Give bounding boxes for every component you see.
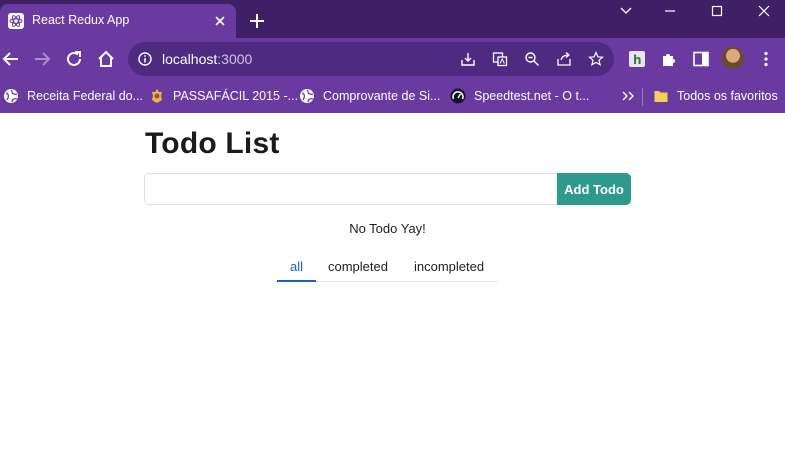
tab-all[interactable]: all [290, 259, 303, 274]
active-tab-indicator [277, 280, 316, 282]
extension-h-icon[interactable]: h [628, 50, 646, 68]
folder-icon [654, 91, 668, 102]
bookmark-speedtest[interactable]: Speedtest.net - O t... [450, 87, 589, 105]
empty-state-message: No Todo Yay! [349, 221, 426, 236]
globe-icon [4, 89, 18, 103]
speedtest-icon [450, 88, 466, 104]
filter-tabs: all completed incompleted [277, 252, 498, 282]
extensions-puzzle-icon[interactable] [660, 50, 678, 68]
tab-incompleted[interactable]: incompleted [414, 259, 484, 274]
page-title: Todo List [145, 127, 280, 160]
star-icon[interactable] [588, 51, 604, 67]
site-info-icon[interactable] [138, 52, 152, 66]
reload-icon[interactable] [63, 48, 85, 70]
browser-tab[interactable]: React Redux App [0, 4, 236, 38]
bookmark-receita-federal[interactable]: Receita Federal do... [3, 87, 143, 105]
translate-icon[interactable] [492, 51, 508, 67]
minimize-icon[interactable] [659, 2, 681, 20]
profile-avatar[interactable] [722, 47, 744, 69]
install-app-icon[interactable] [460, 51, 476, 67]
bookmarks-divider [642, 88, 643, 106]
bookmark-label: Comprovante de Si... [323, 89, 441, 103]
tab-strip: React Redux App [0, 0, 785, 38]
todo-input[interactable] [144, 173, 558, 205]
all-bookmarks-label: Todos os favoritos [677, 89, 778, 103]
globe-icon [300, 89, 314, 103]
zoom-icon[interactable] [524, 51, 540, 67]
home-icon[interactable] [95, 48, 117, 70]
bookmark-label: Receita Federal do... [27, 89, 144, 103]
window-close-icon[interactable] [753, 2, 775, 20]
maximize-icon[interactable] [706, 2, 728, 20]
chevron-double-right-icon[interactable] [620, 87, 636, 105]
page-content: Todo List Add Todo No Todo Yay! all comp… [0, 113, 785, 455]
bookmark-comprovante[interactable]: Comprovante de Si... [299, 87, 440, 105]
tab-title: React Redux App [32, 13, 130, 27]
side-panel-icon[interactable] [692, 50, 710, 68]
add-todo-button[interactable]: Add Todo [557, 173, 631, 205]
new-tab-icon[interactable] [248, 12, 266, 30]
close-icon[interactable] [212, 13, 228, 29]
svg-text:h: h [633, 53, 642, 67]
browser-toolbar: localhost:3000 h [0, 38, 785, 80]
all-bookmarks-folder[interactable]: Todos os favoritos [653, 87, 778, 105]
tab-completed[interactable]: completed [328, 259, 388, 274]
chevron-down-icon[interactable] [615, 2, 637, 20]
bookmark-label: PASSAFÁCIL 2015 -... [173, 89, 299, 103]
react-logo-icon [8, 13, 24, 29]
bookmark-label: Speedtest.net - O t... [474, 89, 590, 103]
menu-kebab-icon[interactable] [757, 50, 775, 68]
bookmark-passafacil[interactable]: PASSAFÁCIL 2015 -... [149, 87, 298, 105]
forward-icon[interactable] [31, 48, 53, 70]
badge-icon [152, 89, 162, 103]
url-port: :3000 [217, 51, 253, 67]
url-text[interactable]: localhost:3000 [162, 51, 252, 67]
bookmarks-bar: Receita Federal do... PASSAFÁCIL 2015 -.… [0, 80, 785, 113]
url-host: localhost [162, 51, 218, 67]
back-icon[interactable] [0, 48, 22, 70]
share-icon[interactable] [556, 51, 572, 67]
address-bar[interactable]: localhost:3000 [128, 42, 614, 76]
